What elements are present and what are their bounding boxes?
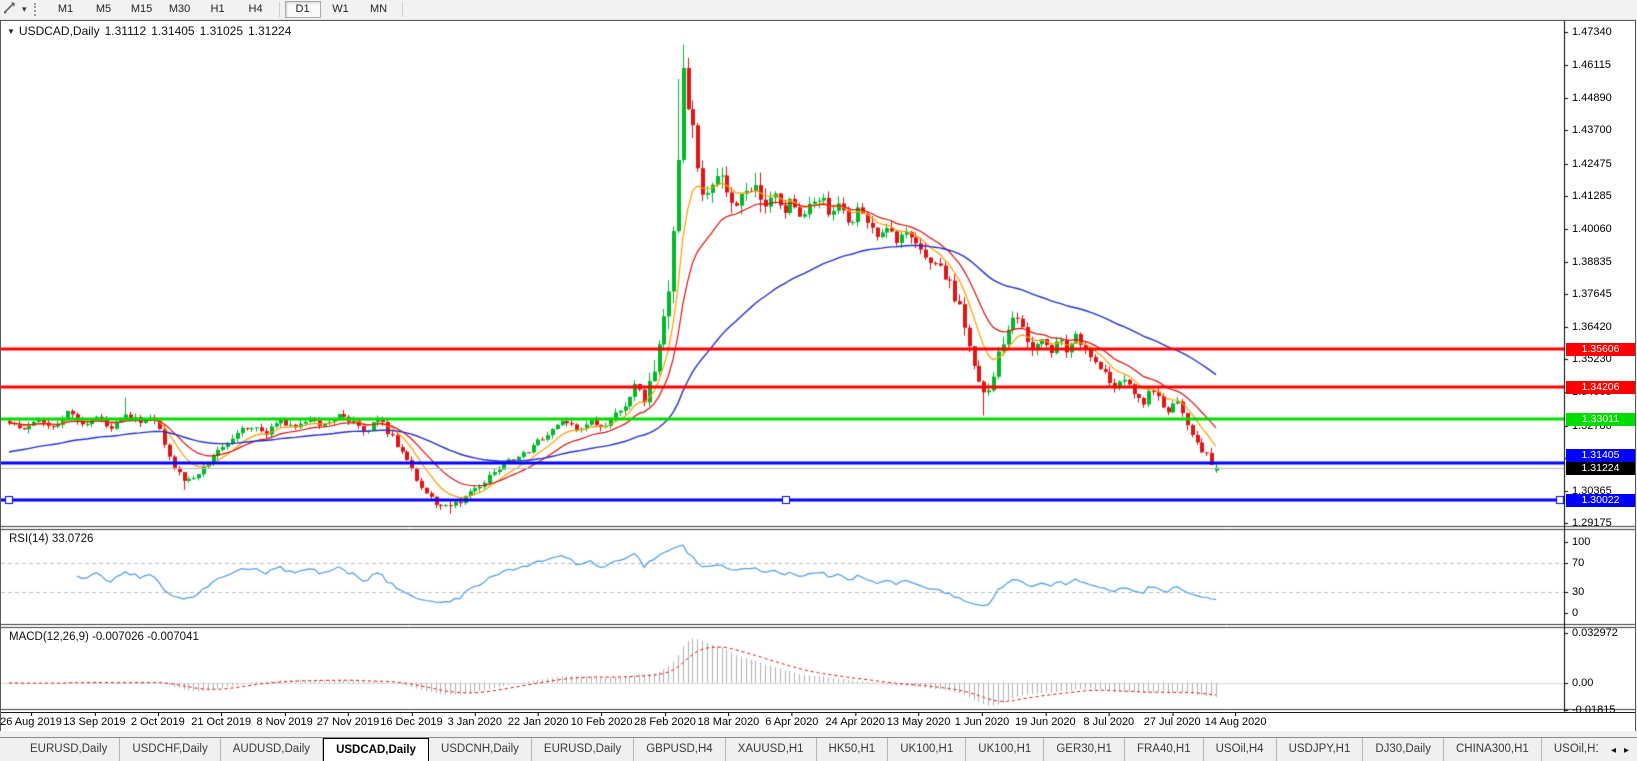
chart-tab-eurusd-daily[interactable]: EURUSD,Daily — [18, 738, 121, 761]
toolbar-grip[interactable] — [33, 3, 40, 16]
chart-header: ▼ USDCAD,Daily 1.31112 1.31405 1.31025 1.3122… — [7, 24, 291, 38]
drawing-tool-button[interactable] — [0, 1, 19, 18]
current-price-badge: 1.31224 — [1566, 462, 1635, 475]
chart-tab-fra40-h1[interactable]: FRA40,H1 — [1125, 738, 1204, 761]
chart-tab-audusd-daily[interactable]: AUDUSD,Daily — [221, 738, 324, 761]
macd-axis-label: 0.00 — [1572, 677, 1594, 689]
chart-tab-hk50-h1[interactable]: HK50,H1 — [817, 738, 889, 761]
time-axis-label: 13 May 2020 — [886, 713, 951, 728]
chart-tab-uk100-h1[interactable]: UK100,H1 — [966, 738, 1045, 761]
time-axis-label: 28 Feb 2020 — [634, 713, 696, 728]
level-price-badge: 1.33011 — [1566, 413, 1635, 426]
timeframe-m15-button[interactable]: M15 — [124, 1, 160, 18]
tab-scroll-right-icon[interactable]: ▸ — [1624, 745, 1629, 756]
rsi-axis-label: 30 — [1572, 586, 1585, 598]
toolbar-separator — [401, 2, 403, 17]
ohlc-close: 1.31224 — [248, 24, 292, 38]
chart-tab-bar: EURUSD,Daily USDCHF,Daily AUDUSD,Daily USDC… — [0, 737, 1637, 761]
time-axis-label: 22 Jan 2020 — [507, 713, 569, 728]
time-axis-label: 19 Jun 2020 — [1015, 713, 1076, 728]
price-axis-label: 1.44890 — [1572, 92, 1612, 104]
macd-indicator-label: MACD(12,26,9) -0.007026 -0.007041 — [9, 631, 199, 643]
timeframe-h4-button[interactable]: H4 — [238, 1, 274, 18]
time-axis-label: 21 Oct 2019 — [191, 713, 252, 728]
rsi-axis-label: 70 — [1572, 557, 1585, 569]
chart-tab-xauusd-h1[interactable]: XAUUSD,H1 — [726, 738, 817, 761]
toolbar-separator — [278, 2, 280, 17]
time-axis-label: 8 Jul 2020 — [1083, 713, 1135, 728]
cursor-line-tool-icon — [2, 0, 17, 20]
price-axis-label: 1.37645 — [1572, 288, 1612, 300]
rsi-axis-label: 0 — [1572, 607, 1579, 619]
ohlc-high: 1.31405 — [151, 24, 195, 38]
price-axis-label: 1.46115 — [1572, 59, 1611, 71]
timeframe-h1-button[interactable]: H1 — [200, 1, 236, 18]
timeframe-m5-button[interactable]: M5 — [86, 1, 122, 18]
timeframe-m30-button[interactable]: M30 — [162, 1, 198, 18]
chart-toolbar: ▾ M1 M5 M15 M30 H1 H4 D1 W1 MN — [0, 0, 1637, 20]
price-chart-canvas[interactable] — [1, 21, 1635, 730]
time-axis-label: 16 Dec 2019 — [380, 713, 443, 728]
level-price-badge: 1.31405 — [1566, 449, 1635, 462]
timeframe-m1-button[interactable]: M1 — [48, 1, 84, 18]
time-axis: 26 Aug 2019 13 Sep 2019 2 Oct 2019 21 Oct 2… — [0, 712, 1635, 731]
mt4-terminal: ▾ M1 M5 M15 M30 H1 H4 D1 W1 MN ▼ USDCAD,Daily 1.31… — [0, 0, 1637, 761]
time-axis-label: 14 Aug 2020 — [1204, 713, 1267, 728]
time-axis-label: 6 Apr 2020 — [765, 713, 819, 728]
time-axis-label: 13 Sep 2019 — [63, 713, 126, 728]
time-axis-label: 8 Nov 2019 — [256, 713, 313, 728]
chart-tab-usoil-h1[interactable]: USOil,H1 — [1542, 738, 1598, 761]
rsi-indicator-label: RSI(14) 33.0726 — [9, 533, 94, 545]
price-axis-label: 1.47340 — [1572, 26, 1612, 38]
time-axis-label: 24 Apr 2020 — [825, 713, 885, 728]
time-axis-label: 2 Oct 2019 — [130, 713, 185, 728]
chart-tab-ger30-h1[interactable]: GER30,H1 — [1044, 738, 1125, 761]
chart-tab-usdcnh-daily[interactable]: USDCNH,Daily — [429, 738, 532, 761]
chart-symbol-label: USDCAD,Daily — [18, 24, 100, 38]
price-axis-label: 1.36420 — [1572, 321, 1612, 333]
chart-tab-uk100-h1[interactable]: UK100,H1 — [888, 738, 967, 761]
tab-scroll-left-icon[interactable]: ◂ — [1611, 745, 1616, 756]
level-price-badge: 1.35606 — [1566, 343, 1635, 356]
chart-tabs: EURUSD,Daily USDCHF,Daily AUDUSD,Daily USDC… — [0, 738, 1598, 761]
time-axis-label: 10 Feb 2020 — [570, 713, 633, 728]
timeframe-group: M1 M5 M15 M30 H1 H4 D1 W1 MN — [47, 0, 407, 19]
price-axis-label: 1.41285 — [1572, 190, 1612, 202]
time-axis-label: 1 Jun 2020 — [954, 713, 1010, 728]
timeframe-w1-button[interactable]: W1 — [323, 1, 359, 18]
time-axis-label: 27 Nov 2019 — [316, 713, 380, 728]
collapse-arrow-icon[interactable]: ▼ — [7, 27, 15, 36]
tab-scroll-controls: ◂ ▸ — [1603, 738, 1637, 761]
time-axis-label: 27 Jul 2020 — [1143, 713, 1201, 728]
ohlc-low: 1.31025 — [199, 24, 243, 38]
timeframe-mn-button[interactable]: MN — [361, 1, 397, 18]
time-axis-label: 18 Mar 2020 — [697, 713, 760, 728]
price-axis-label: 1.38835 — [1572, 256, 1612, 268]
chart-window: ▼ USDCAD,Daily 1.31112 1.31405 1.31025 1.3122… — [0, 20, 1636, 731]
ohlc-open: 1.31112 — [104, 24, 147, 38]
time-axis-label: 3 Jan 2020 — [447, 713, 503, 728]
timeframe-d1-button[interactable]: D1 — [284, 1, 321, 18]
level-price-badge: 1.34206 — [1566, 381, 1635, 394]
chart-tab-usdcad-daily[interactable]: USDCAD,Daily — [323, 738, 429, 761]
tool-dropdown-caret[interactable]: ▾ — [19, 1, 30, 18]
chart-tab-eurusd-daily[interactable]: EURUSD,Daily — [532, 738, 635, 761]
price-axis-label: 1.42475 — [1572, 158, 1612, 170]
macd-axis-label: 0.032972 — [1572, 627, 1618, 639]
price-axis-label: 1.29175 — [1572, 517, 1612, 529]
level-price-badge: 1.30022 — [1566, 494, 1635, 507]
chart-tab-gbpusd-h4[interactable]: GBPUSD,H4 — [634, 738, 726, 761]
price-axis-label: 1.40060 — [1572, 223, 1612, 235]
chart-tab-usdjpy-h1[interactable]: USDJPY,H1 — [1277, 738, 1364, 761]
chart-tab-china300-h1[interactable]: CHINA300,H1 — [1444, 738, 1542, 761]
price-axis-label: 1.43700 — [1572, 124, 1612, 136]
rsi-axis-label: 100 — [1572, 536, 1591, 548]
time-axis-label: 26 Aug 2019 — [0, 713, 62, 728]
chart-tab-usoil-h4[interactable]: USOil,H4 — [1204, 738, 1277, 761]
chart-tab-usdchf-daily[interactable]: USDCHF,Daily — [120, 738, 221, 761]
chart-tab-dj30-daily[interactable]: DJ30,Daily — [1363, 738, 1444, 761]
